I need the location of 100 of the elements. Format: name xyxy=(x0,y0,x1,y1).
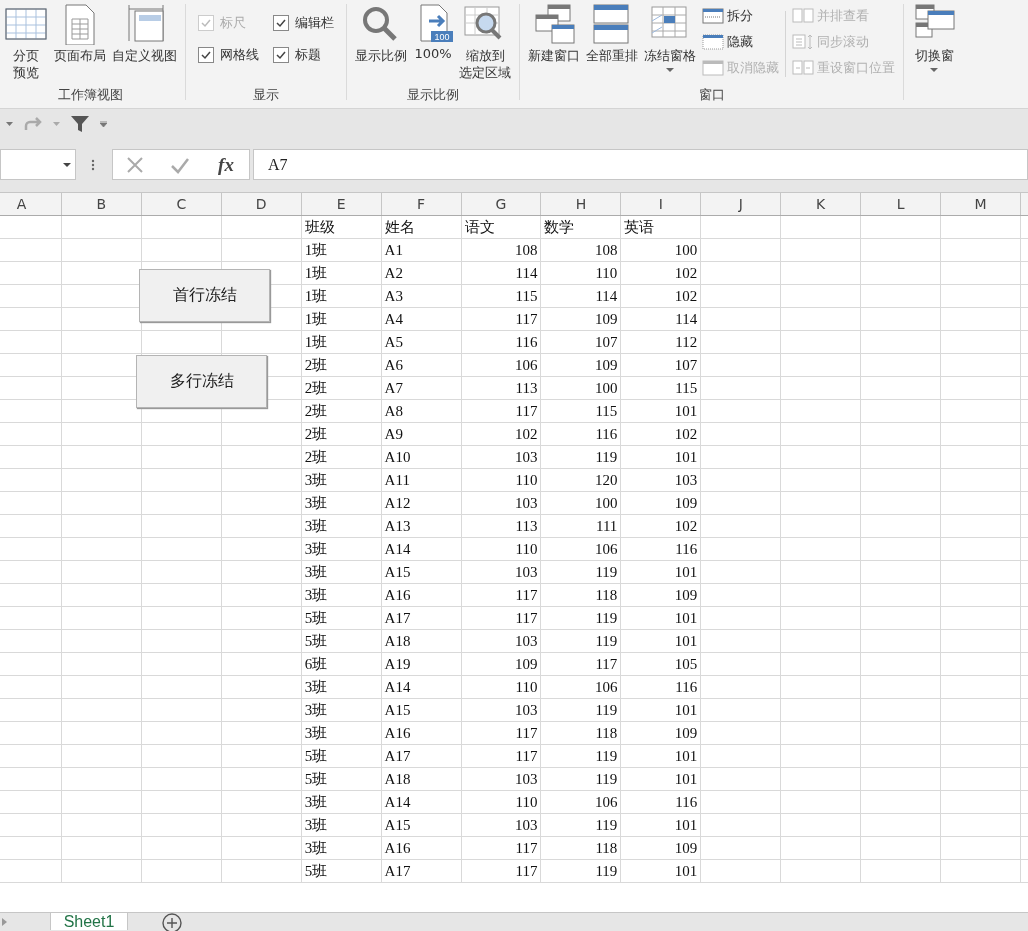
table-cell: 109 xyxy=(540,353,621,377)
column-header[interactable]: H xyxy=(540,192,621,216)
ribbon-button[interactable]: 冻结窗格 xyxy=(642,3,698,74)
table-cell: 116 xyxy=(540,422,621,446)
redo-icon[interactable] xyxy=(23,116,43,132)
table-cell: 1班 xyxy=(301,238,382,262)
table-cell: 3班 xyxy=(301,836,382,860)
caret-icon xyxy=(63,162,71,167)
close-icon[interactable] xyxy=(126,155,144,174)
table-cell: A8 xyxy=(381,399,462,423)
column-header[interactable]: D xyxy=(221,192,302,216)
ribbon-button[interactable]: 100 100% xyxy=(411,3,455,62)
group-label: 显示 xyxy=(252,86,280,104)
table-cell: 3班 xyxy=(301,514,382,538)
table-cell: 115 xyxy=(540,399,621,423)
table-cell: 111 xyxy=(540,514,621,538)
table-cell: A14 xyxy=(381,537,462,561)
table-cell: A3 xyxy=(381,284,462,308)
table-cell: 116 xyxy=(620,790,701,814)
table-cell: 3班 xyxy=(301,491,382,515)
table-cell: 103 xyxy=(461,491,541,515)
table-cell: A7 xyxy=(381,376,462,400)
insert-function-button[interactable]: fx xyxy=(216,153,236,176)
table-cell: A15 xyxy=(381,560,462,584)
macro-button[interactable]: 首行冻结 xyxy=(139,269,270,322)
table-cell: 110 xyxy=(540,261,621,285)
table-cell: 119 xyxy=(540,629,621,653)
column-header[interactable]: C xyxy=(141,192,222,216)
sheet-tab[interactable]: Sheet1 xyxy=(50,913,128,930)
table-cell: 106 xyxy=(461,353,541,377)
table-cell: 103 xyxy=(461,629,541,653)
table-cell: 109 xyxy=(540,307,621,331)
caret-icon[interactable] xyxy=(53,122,60,126)
table-cell: 117 xyxy=(461,721,541,745)
column-header[interactable]: B xyxy=(61,192,142,216)
table-cell: 2班 xyxy=(301,353,382,377)
table-cell: A17 xyxy=(381,859,462,883)
column-header[interactable]: F xyxy=(381,192,462,216)
table-cell: 102 xyxy=(620,514,701,538)
ribbon-button[interactable]: 缩放到 选定区域 xyxy=(457,3,513,81)
table-cell: 117 xyxy=(461,836,541,860)
column-header[interactable]: K xyxy=(780,192,861,216)
ribbon-button[interactable]: 隐藏 xyxy=(700,31,781,53)
column-header[interactable]: G xyxy=(461,192,541,216)
table-cell: A18 xyxy=(381,629,462,653)
table-cell: 101 xyxy=(620,767,701,791)
column-header[interactable]: A xyxy=(0,192,62,216)
ribbon-button[interactable]: 自定义视图 xyxy=(110,3,179,64)
ribbon-button[interactable]: 分页 预览 xyxy=(2,3,50,81)
table-cell: 103 xyxy=(461,767,541,791)
checkbox[interactable]: 网格线 xyxy=(198,46,259,64)
table-cell: 100 xyxy=(620,238,701,262)
ribbon-button[interactable]: 页面布局 xyxy=(52,3,108,64)
table-cell: 110 xyxy=(461,790,541,814)
table-cell: 117 xyxy=(461,744,541,768)
table-cell: 118 xyxy=(540,836,621,860)
ribbon-button[interactable]: 新建窗口 xyxy=(526,3,582,64)
table-cell: 102 xyxy=(620,422,701,446)
table-cell: 5班 xyxy=(301,629,382,653)
column-header[interactable]: L xyxy=(860,192,941,216)
table-cell: 102 xyxy=(620,261,701,285)
table-cell: 3班 xyxy=(301,675,382,699)
table-cell: A18 xyxy=(381,767,462,791)
name-box[interactable] xyxy=(0,149,76,180)
table-cell: 102 xyxy=(461,422,541,446)
group-label: 窗口 xyxy=(697,86,726,104)
table-cell: 102 xyxy=(620,284,701,308)
column-header[interactable]: I xyxy=(620,192,701,216)
ribbon-button[interactable]: 切换窗 xyxy=(910,3,958,74)
formula-field[interactable]: A7 xyxy=(253,149,1028,180)
table-cell: 108 xyxy=(461,238,541,262)
table-cell: 108 xyxy=(540,238,621,262)
table-cell: 5班 xyxy=(301,606,382,630)
column-header[interactable]: M xyxy=(940,192,1021,216)
table-cell: 113 xyxy=(461,376,541,400)
checkbox[interactable]: 标题 xyxy=(273,46,334,64)
checkbox[interactable]: 编辑栏 xyxy=(273,14,334,32)
column-header[interactable]: J xyxy=(700,192,781,216)
ribbon-button[interactable]: 拆分 xyxy=(700,5,781,27)
table-cell: 114 xyxy=(540,284,621,308)
table-cell: 110 xyxy=(461,675,541,699)
table-cell: A6 xyxy=(381,353,462,377)
customize-icon[interactable] xyxy=(100,121,107,127)
filter-icon[interactable] xyxy=(70,115,90,133)
caret-icon[interactable] xyxy=(6,122,13,126)
table-cell: 117 xyxy=(461,583,541,607)
add-sheet-icon[interactable] xyxy=(162,913,182,931)
table-cell: 103 xyxy=(620,468,701,492)
column-header[interactable]: E xyxy=(301,192,382,216)
table-cell: A4 xyxy=(381,307,462,331)
ribbon-button[interactable]: 全部重排 xyxy=(584,3,640,64)
macro-button[interactable]: 多行冻结 xyxy=(136,355,267,408)
table-cell: A15 xyxy=(381,698,462,722)
table-cell: 3班 xyxy=(301,698,382,722)
table-cell: A5 xyxy=(381,330,462,354)
table-cell: 3班 xyxy=(301,721,382,745)
table-cell: 109 xyxy=(620,721,701,745)
sync-scroll-icon xyxy=(792,34,814,50)
ribbon-button[interactable]: 显示比例 xyxy=(353,3,409,64)
table-cell: 1班 xyxy=(301,261,382,285)
